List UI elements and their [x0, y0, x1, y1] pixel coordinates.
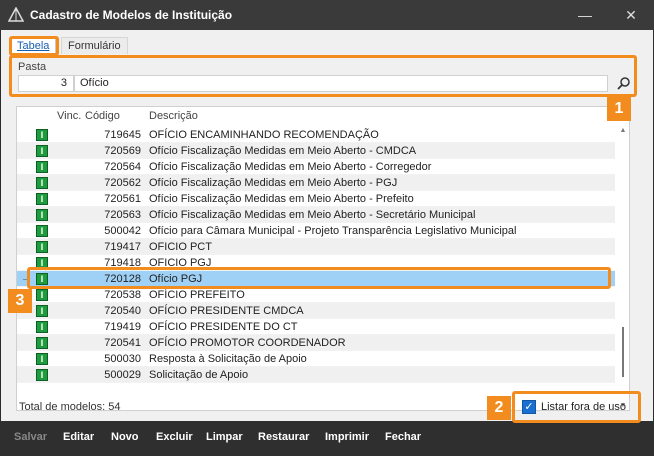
table-row[interactable]: I 500029 Solicitação de Apoio	[17, 367, 615, 383]
row-code: 719417	[104, 241, 141, 253]
linked-status-icon: I	[36, 161, 48, 173]
linked-status-icon: I	[36, 193, 48, 205]
callout-marker-3: 3	[8, 289, 32, 313]
row-code: 500030	[104, 353, 141, 365]
row-code: 719419	[104, 321, 141, 333]
linked-status-icon: I	[36, 353, 48, 365]
linked-status-icon: I	[36, 305, 48, 317]
total-models-label: Total de modelos: 54	[19, 401, 121, 413]
table-row[interactable]: I 719645 OFÍCIO ENCAMINHANDO RECOMENDAÇÃO	[17, 127, 615, 143]
row-description: Ofício para Câmara Municipal - Projeto T…	[149, 225, 517, 237]
row-code: 719645	[104, 129, 141, 141]
row-code: 720538	[104, 289, 141, 301]
restaurar-button[interactable]: Restaurar	[258, 431, 309, 443]
close-button[interactable]: ✕	[608, 0, 654, 30]
column-header-vinc[interactable]: Vinc.	[57, 110, 81, 122]
novo-button[interactable]: Novo	[111, 431, 139, 443]
action-toolbar: Salvar Editar Novo Excluir Limpar Restau…	[0, 421, 654, 456]
row-description: OFÍCIO PRESIDENTE CMDCA	[149, 305, 304, 317]
row-description: OFICIO PCT	[149, 241, 212, 253]
scroll-thumb[interactable]	[622, 327, 624, 377]
row-description: Ofício Fiscalização Medidas em Meio Aber…	[149, 177, 398, 189]
linked-status-icon: I	[36, 145, 48, 157]
column-header-descricao[interactable]: Descrição	[149, 110, 198, 122]
row-code: 500042	[104, 225, 141, 237]
pasta-highlight	[9, 55, 637, 97]
salvar-button[interactable]: Salvar	[14, 431, 47, 443]
table-row[interactable]: I 500042 Ofício para Câmara Municipal - Pr…	[17, 223, 615, 239]
linked-status-icon: I	[36, 289, 48, 301]
tab-highlight	[9, 36, 59, 56]
row-description: OFÍCIO PROMOTOR COORDENADOR	[149, 337, 346, 349]
vertical-scrollbar[interactable]: ▲ ▼	[617, 127, 629, 410]
checkbox-highlight	[512, 391, 641, 423]
row-description: Ofício Fiscalização Medidas em Meio Aber…	[149, 209, 476, 221]
table-row[interactable]: I 720561 Ofício Fiscalização Medidas em Me…	[17, 191, 615, 207]
table-row[interactable]: I 720569 Ofício Fiscalização Medidas em Me…	[17, 143, 615, 159]
row-description: OFÍCIO PRESIDENTE DO CT	[149, 321, 298, 333]
editar-button[interactable]: Editar	[63, 431, 94, 443]
row-code: 720564	[104, 161, 141, 173]
fechar-button[interactable]: Fechar	[385, 431, 421, 443]
minimize-button[interactable]: —	[562, 0, 608, 30]
grid-header: Vinc. Código Descrição	[17, 107, 629, 125]
scroll-up-icon[interactable]: ▲	[619, 127, 627, 135]
grid-rows: I 719645 OFÍCIO ENCAMINHANDO RECOMENDAÇÃO I…	[17, 127, 615, 383]
row-description: OFÍCIO ENCAMINHANDO RECOMENDAÇÃO	[149, 129, 379, 141]
tab-formulario[interactable]: Formulário	[61, 37, 128, 54]
window-title: Cadastro de Modelos de Instituição	[30, 8, 233, 22]
row-code: 720569	[104, 145, 141, 157]
row-code: 720540	[104, 305, 141, 317]
table-row[interactable]: I 720541 OFÍCIO PROMOTOR COORDENADOR	[17, 335, 615, 351]
linked-status-icon: I	[36, 209, 48, 221]
table-row[interactable]: I 720563 Ofício Fiscalização Medidas em Me…	[17, 207, 615, 223]
title-bar: Cadastro de Modelos de Instituição — ✕	[0, 0, 654, 30]
linked-status-icon: I	[36, 241, 48, 253]
column-header-codigo[interactable]: Código	[85, 110, 120, 122]
row-description: Ofício Fiscalização Medidas em Meio Aber…	[149, 161, 432, 173]
selected-row-highlight	[27, 267, 611, 289]
table-row[interactable]: I 500030 Resposta à Solicitação de Apoio	[17, 351, 615, 367]
table-row[interactable]: I 720564 Ofício Fiscalização Medidas em Me…	[17, 159, 615, 175]
row-code: 720541	[104, 337, 141, 349]
table-row[interactable]: I 719419 OFÍCIO PRESIDENTE DO CT	[17, 319, 615, 335]
linked-status-icon: I	[36, 369, 48, 381]
row-description: Resposta à Solicitação de Apoio	[149, 353, 307, 365]
linked-status-icon: I	[36, 225, 48, 237]
table-row[interactable]: I 720538 OFÍCIO PREFEITO	[17, 287, 615, 303]
app-logo-icon	[8, 7, 24, 22]
row-code: 720563	[104, 209, 141, 221]
table-row[interactable]: I 720562 Ofício Fiscalização Medidas em Me…	[17, 175, 615, 191]
callout-marker-2: 2	[487, 396, 511, 420]
linked-status-icon: I	[36, 337, 48, 349]
row-description: Ofício Fiscalização Medidas em Meio Aber…	[149, 145, 417, 157]
linked-status-icon: I	[36, 129, 48, 141]
row-code: 500029	[104, 369, 141, 381]
models-grid[interactable]: Vinc. Código Descrição I 719645 OFÍCIO ENC…	[16, 106, 630, 411]
row-description: Ofício Fiscalização Medidas em Meio Aber…	[149, 193, 414, 205]
table-row[interactable]: I 719417 OFICIO PCT	[17, 239, 615, 255]
imprimir-button[interactable]: Imprimir	[325, 431, 369, 443]
linked-status-icon: I	[36, 177, 48, 189]
row-code: 720562	[104, 177, 141, 189]
table-row[interactable]: I 720540 OFÍCIO PRESIDENTE CMDCA	[17, 303, 615, 319]
callout-marker-1: 1	[607, 97, 631, 121]
row-description: Solicitação de Apoio	[149, 369, 249, 381]
row-code: 720561	[104, 193, 141, 205]
limpar-button[interactable]: Limpar	[206, 431, 243, 443]
row-description: OFÍCIO PREFEITO	[149, 289, 245, 301]
linked-status-icon: I	[36, 321, 48, 333]
excluir-button[interactable]: Excluir	[156, 431, 193, 443]
